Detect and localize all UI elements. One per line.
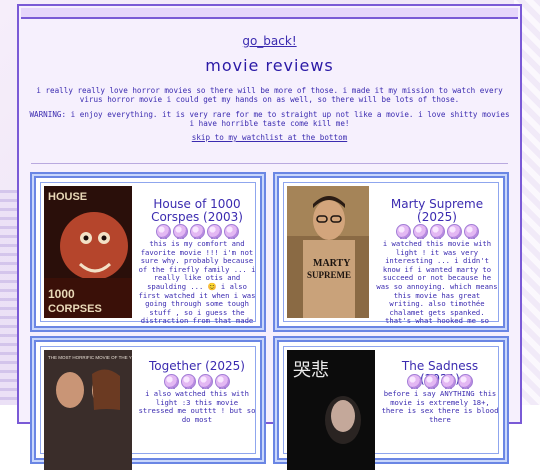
rating-ghost-icon	[429, 224, 445, 239]
poster-title-line3: CORPSES	[48, 303, 102, 315]
review-title: House of 1000 Corspes (2003)	[151, 197, 243, 224]
page-title: movie reviews	[205, 56, 334, 75]
warning-text: WARNING: i enjoy everything. it is very …	[29, 110, 510, 128]
rating-ghost-icon	[407, 374, 422, 389]
movie-poster: THE MOST HORRIFIC MOVIE OF THE YEAR	[44, 350, 132, 470]
review-text: before i say ANYTHING this movie is extr…	[381, 390, 499, 424]
rating-ghost-icon	[223, 224, 239, 239]
poster-title-line1: MARTY	[313, 258, 351, 269]
rating-ghost-icon	[458, 374, 473, 389]
rating-ghost-icon	[215, 374, 230, 389]
movie-poster: 哭悲	[287, 350, 375, 470]
review-title: Together (2025)	[149, 359, 245, 373]
rating-ghost-icon	[446, 224, 462, 239]
rating-ghost-icon	[181, 374, 196, 389]
review-card: HOUSE 1000 CORPSES House of 1000 Corspes…	[34, 176, 262, 328]
rating-ghost-icon	[424, 374, 439, 389]
poster-image: HOUSE 1000 CORPSES	[44, 186, 132, 318]
movie-poster: HOUSE 1000 CORPSES	[44, 186, 132, 318]
review-text: i also watched this with light :3 this m…	[138, 390, 256, 424]
rating-ghost-icon	[155, 224, 171, 239]
window-titlebar	[21, 8, 518, 19]
poster-title-chinese: 哭悲	[293, 360, 329, 381]
movie-poster: MARTY SUPREME	[287, 186, 369, 318]
rating-ghost-icon	[164, 374, 179, 389]
review-card: THE MOST HORRIFIC MOVIE OF THE YEAR Toge…	[34, 340, 262, 470]
poster-image: 哭悲	[287, 350, 375, 470]
rating-ghost-icon	[463, 224, 479, 239]
poster-title-line2: SUPREME	[307, 270, 351, 280]
poster-title-line1: HOUSE	[48, 191, 87, 203]
rating-ghost-icon	[395, 224, 411, 239]
review-card: 哭悲 The Sadness (2021) before i say ANYTH…	[277, 340, 505, 470]
rating-ghost-icon	[172, 224, 188, 239]
poster-title-line2: 1000	[48, 287, 75, 301]
poster-image: THE MOST HORRIFIC MOVIE OF THE YEAR	[44, 350, 132, 470]
rating-ghost-icon	[206, 224, 222, 239]
content-window: go_back! movie reviews i really really l…	[17, 4, 522, 470]
rating-ghost-icon	[412, 224, 428, 239]
poster-image: MARTY SUPREME	[287, 186, 369, 318]
divider	[31, 163, 508, 164]
review-card: MARTY SUPREME Marty Supreme (2025) i wat…	[277, 176, 505, 328]
rating-ghost-icon	[441, 374, 456, 389]
rating-ghost-icon	[189, 224, 205, 239]
poster-tagline: THE MOST HORRIFIC MOVIE OF THE YEAR	[48, 355, 132, 360]
review-text: i watched this movie with light ! it was…	[376, 240, 498, 324]
review-title: Marty Supreme (2025)	[390, 197, 484, 224]
go-back-link[interactable]: go_back!	[19, 34, 520, 48]
skip-to-watchlist-link[interactable]: skip to my watchlist at the bottom	[19, 133, 520, 142]
intro-text: i really really love horror movies so th…	[36, 86, 503, 104]
rating-ghost-icon	[198, 374, 213, 389]
review-text: this is my comfort and favorite movie !!…	[138, 240, 256, 324]
